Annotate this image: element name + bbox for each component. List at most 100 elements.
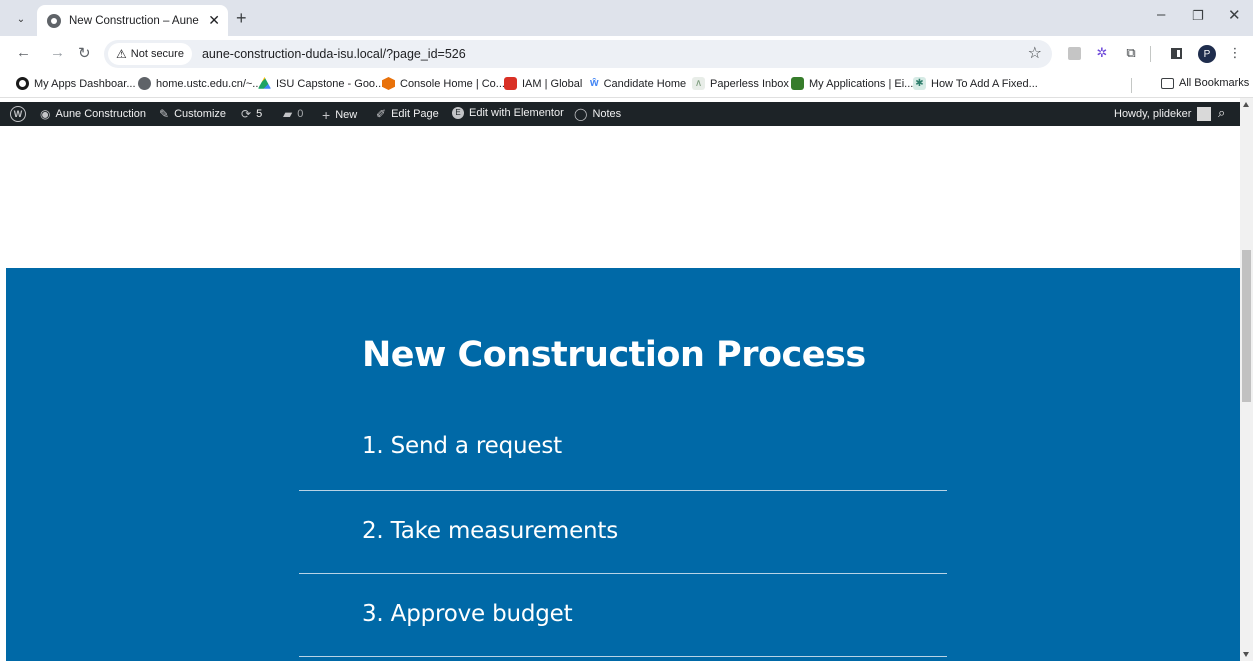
security-chip[interactable]: ⚠ Not secure — [108, 43, 192, 65]
globe-icon — [138, 77, 151, 90]
extensions-puzzle-icon[interactable]: ⧉ — [1123, 45, 1139, 61]
reload-icon[interactable]: ↻ — [78, 44, 91, 62]
tab-title: New Construction – Aune Cons — [69, 14, 202, 27]
plus-icon: + — [322, 107, 331, 123]
site-name-link[interactable]: ◉ Aune Construction — [40, 107, 146, 121]
url-text: aune-construction-duda-isu.local/?page_i… — [201, 47, 466, 61]
extension-r-icon[interactable] — [1066, 45, 1082, 61]
process-step: 3. Approve budget — [362, 601, 573, 627]
my-account-link[interactable]: Howdy, plideker — [1114, 107, 1212, 121]
address-bar[interactable]: ⚠ Not secure aune-construction-duda-isu.… — [104, 40, 1052, 68]
edit-elementor-link[interactable]: E Edit with Elementor — [452, 107, 564, 119]
step-divider — [299, 490, 947, 491]
new-label: New — [335, 109, 358, 121]
tab-strip: ⌄ New Construction – Aune Cons ✕ + – ❐ ✕ — [0, 0, 1253, 36]
comment-bubble-icon: ▰ — [283, 107, 293, 121]
step-divider — [299, 573, 947, 574]
toolbar-divider — [1150, 46, 1151, 62]
dashboard-icon: ◉ — [40, 107, 51, 121]
circle-icon — [16, 77, 29, 90]
search-icon[interactable]: ⌕ — [1218, 105, 1225, 121]
step-divider — [299, 656, 947, 657]
bookmark-item[interactable]: ŵ Candidate Home — [590, 77, 686, 90]
paperless-icon: ∧ — [692, 77, 705, 90]
scroll-up-arrow-icon[interactable] — [1243, 102, 1249, 107]
bookmark-item[interactable]: My Apps Dashboar... — [16, 77, 136, 90]
tab-search-button[interactable]: ⌄ — [8, 8, 34, 30]
asterisk-icon: ✱ — [913, 77, 926, 90]
back-arrow-icon[interactable]: ← — [16, 44, 31, 61]
deere-icon — [791, 77, 804, 90]
minimize-icon[interactable]: – — [1157, 6, 1165, 23]
google-drive-icon — [258, 77, 271, 89]
page-scrollbar[interactable] — [1240, 98, 1253, 661]
bookmark-item[interactable]: My Applications | Ei... — [791, 77, 913, 90]
warning-icon: ⚠ — [116, 47, 127, 61]
howdy-label: Howdy, plideker — [1114, 108, 1192, 120]
bookmarks-bar: My Apps Dashboar... home.ustc.edu.cn/~..… — [0, 72, 1253, 98]
iam-icon — [504, 77, 517, 90]
edit-page-link[interactable]: ✐ Edit Page — [376, 107, 439, 121]
globe-icon — [47, 13, 61, 28]
notes-link[interactable]: ◯ Notes — [574, 107, 621, 121]
bookmark-label: IAM | Global — [522, 77, 583, 90]
new-tab-button[interactable]: + — [236, 8, 247, 29]
extension-gear-icon[interactable]: ✲ — [1094, 45, 1110, 61]
menu-kebab-icon[interactable]: ⋮ — [1227, 45, 1243, 61]
bookmarks-divider — [1131, 78, 1132, 93]
updates-icon: ⟳ — [241, 107, 252, 121]
notes-label: Notes — [592, 108, 622, 120]
page-content: New Construction Process 1. Send a reque… — [0, 126, 1240, 661]
elementor-icon: E — [452, 107, 464, 119]
edit-page-label: Edit Page — [391, 108, 439, 120]
scroll-thumb[interactable] — [1242, 250, 1251, 402]
bookmark-label: home.ustc.edu.cn/~... — [156, 77, 262, 90]
side-panel-icon[interactable] — [1168, 45, 1184, 61]
bookmark-item[interactable]: Console Home | Co... — [382, 77, 505, 90]
chevron-down-icon: ⌄ — [16, 13, 26, 25]
updates-link[interactable]: ⟳ 5 — [241, 107, 262, 121]
window-close-icon[interactable]: ✕ — [1228, 6, 1241, 24]
bookmark-label: My Applications | Ei... — [809, 77, 914, 90]
restore-icon[interactable]: ❐ — [1192, 8, 1204, 24]
updates-count: 5 — [256, 108, 263, 120]
process-section: New Construction Process 1. Send a reque… — [6, 268, 1240, 661]
aws-cube-icon — [382, 77, 395, 90]
user-avatar — [1197, 107, 1212, 121]
active-tab[interactable]: New Construction – Aune Cons ✕ — [37, 5, 228, 36]
process-step: 1. Send a request — [362, 433, 562, 459]
bookmark-item[interactable]: home.ustc.edu.cn/~... — [138, 77, 261, 90]
browser-toolbar: ← → ↻ ⚠ Not secure aune-construction-dud… — [0, 36, 1253, 72]
bookmark-star-icon[interactable]: ☆ — [1028, 43, 1042, 63]
bookmark-item[interactable]: ✱ How To Add A Fixed... — [913, 77, 1038, 90]
folder-icon — [1161, 77, 1174, 89]
bookmark-label: How To Add A Fixed... — [931, 77, 1038, 90]
all-bookmarks-button[interactable]: All Bookmarks — [1161, 77, 1249, 89]
bookmark-item[interactable]: ∧ Paperless Inbox — [692, 77, 789, 90]
profile-avatar[interactable]: P — [1198, 45, 1216, 63]
bookmark-label: Paperless Inbox — [710, 77, 789, 90]
tab-close-icon[interactable]: ✕ — [208, 12, 220, 29]
bookmark-label: Candidate Home — [603, 77, 687, 90]
speech-bubble-icon: ◯ — [574, 107, 588, 121]
brush-icon: ✎ — [159, 107, 170, 121]
customize-label: Customize — [174, 108, 227, 120]
section-heading: New Construction Process — [362, 335, 866, 375]
customize-link[interactable]: ✎ Customize — [159, 107, 226, 121]
bookmark-label: Console Home | Co... — [400, 77, 505, 90]
wordpress-logo-icon[interactable]: W — [10, 106, 26, 122]
bookmark-label: ISU Capstone - Goo... — [276, 77, 385, 90]
process-step: 2. Take measurements — [362, 518, 618, 544]
not-secure-label: Not secure — [130, 48, 184, 60]
workday-w-icon: ŵ — [590, 77, 599, 89]
bookmark-item[interactable]: IAM | Global — [504, 77, 582, 90]
bookmark-item[interactable]: ISU Capstone - Goo... — [258, 77, 384, 90]
forward-arrow-icon[interactable]: → — [50, 44, 65, 61]
scroll-down-arrow-icon[interactable] — [1243, 652, 1249, 657]
new-content-link[interactable]: + New — [322, 107, 357, 123]
bookmark-label: My Apps Dashboar... — [34, 77, 136, 90]
pencil-icon: ✐ — [376, 107, 387, 121]
edit-elementor-label: Edit with Elementor — [469, 107, 564, 119]
comments-count: 0 — [297, 108, 304, 120]
comments-link[interactable]: ▰ 0 — [283, 107, 303, 121]
